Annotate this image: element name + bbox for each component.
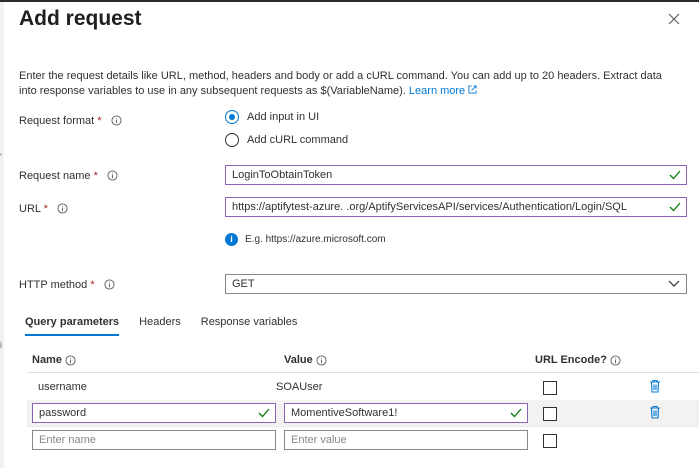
trash-icon[interactable] [649, 405, 661, 419]
chevron-down-icon [668, 280, 680, 287]
radio-add-curl[interactable]: Add cURL command [225, 133, 348, 147]
http-method-dropdown[interactable]: GET [225, 274, 687, 294]
request-name-input[interactable]: LoginToObtainToken [225, 165, 687, 185]
info-icon[interactable] [610, 354, 621, 366]
param-value-input[interactable]: MomentiveSoftware1! [284, 403, 528, 423]
http-method-label: HTTP method * [19, 279, 115, 291]
table-row-new[interactable]: Enter name Enter value [27, 427, 699, 453]
description-text: Enter the request details like URL, meth… [19, 70, 662, 97]
table-row[interactable]: password MomentiveSoftware1! [27, 400, 699, 427]
external-link-icon [468, 85, 477, 94]
param-name-input[interactable]: password [32, 403, 276, 423]
learn-more-link[interactable]: Learn more [409, 85, 477, 97]
new-param-name-input[interactable]: Enter name [32, 430, 276, 450]
checkmark-icon [669, 170, 681, 180]
column-header-value: Value [284, 354, 327, 366]
close-icon[interactable] [666, 11, 682, 27]
radio-label: Add input in UI [247, 111, 320, 123]
info-icon[interactable] [111, 115, 122, 126]
panel-description: Enter the request details like URL, meth… [19, 69, 679, 99]
radio-button[interactable] [225, 133, 239, 147]
url-encode-checkbox[interactable] [543, 407, 557, 421]
info-icon[interactable] [104, 279, 115, 290]
add-request-panel: ' i Add request Enter the request detail… [0, 0, 699, 468]
column-header-name: Name [32, 354, 76, 366]
checkmark-icon [669, 202, 681, 212]
request-name-label: Request name * [19, 170, 118, 182]
info-icon[interactable] [57, 203, 68, 214]
url-label: URL * [19, 203, 68, 215]
url-input[interactable]: https://aptifytest-azure. .org/AptifySer… [225, 197, 687, 217]
column-header-url-encode: URL Encode? [535, 354, 621, 366]
checkmark-icon [258, 408, 270, 418]
info-filled-icon: i [225, 233, 238, 246]
url-encode-checkbox[interactable] [543, 434, 557, 448]
info-icon[interactable] [316, 354, 327, 366]
info-icon[interactable] [65, 354, 76, 366]
info-icon[interactable] [107, 170, 118, 181]
request-format-label: Request format * [19, 115, 122, 127]
tab-bar: Query parameters Headers Response variab… [25, 316, 317, 336]
radio-button-selected[interactable] [225, 110, 239, 124]
tab-headers[interactable]: Headers [139, 316, 181, 336]
panel-title: Add request [19, 7, 142, 30]
radio-add-input-ui[interactable]: Add input in UI [225, 110, 319, 124]
tab-response-variables[interactable]: Response variables [201, 316, 298, 336]
side-mark: ' [0, 152, 2, 162]
checkmark-icon [510, 408, 522, 418]
radio-label: Add cURL command [247, 134, 349, 146]
tab-query-parameters[interactable]: Query parameters [25, 316, 120, 336]
side-mark: i [0, 340, 2, 350]
panel-left-edge [0, 2, 4, 468]
param-name: username [38, 381, 87, 393]
trash-icon[interactable] [649, 379, 661, 393]
table-header: Name Value URL Encode? [27, 346, 699, 373]
param-value: SOAUser [276, 381, 323, 393]
table-row[interactable]: username SOAUser [27, 374, 699, 401]
new-param-value-input[interactable]: Enter value [284, 430, 528, 450]
url-encode-checkbox[interactable] [543, 381, 557, 395]
url-hint: i E.g. https://azure.microsoft.com [225, 233, 386, 246]
